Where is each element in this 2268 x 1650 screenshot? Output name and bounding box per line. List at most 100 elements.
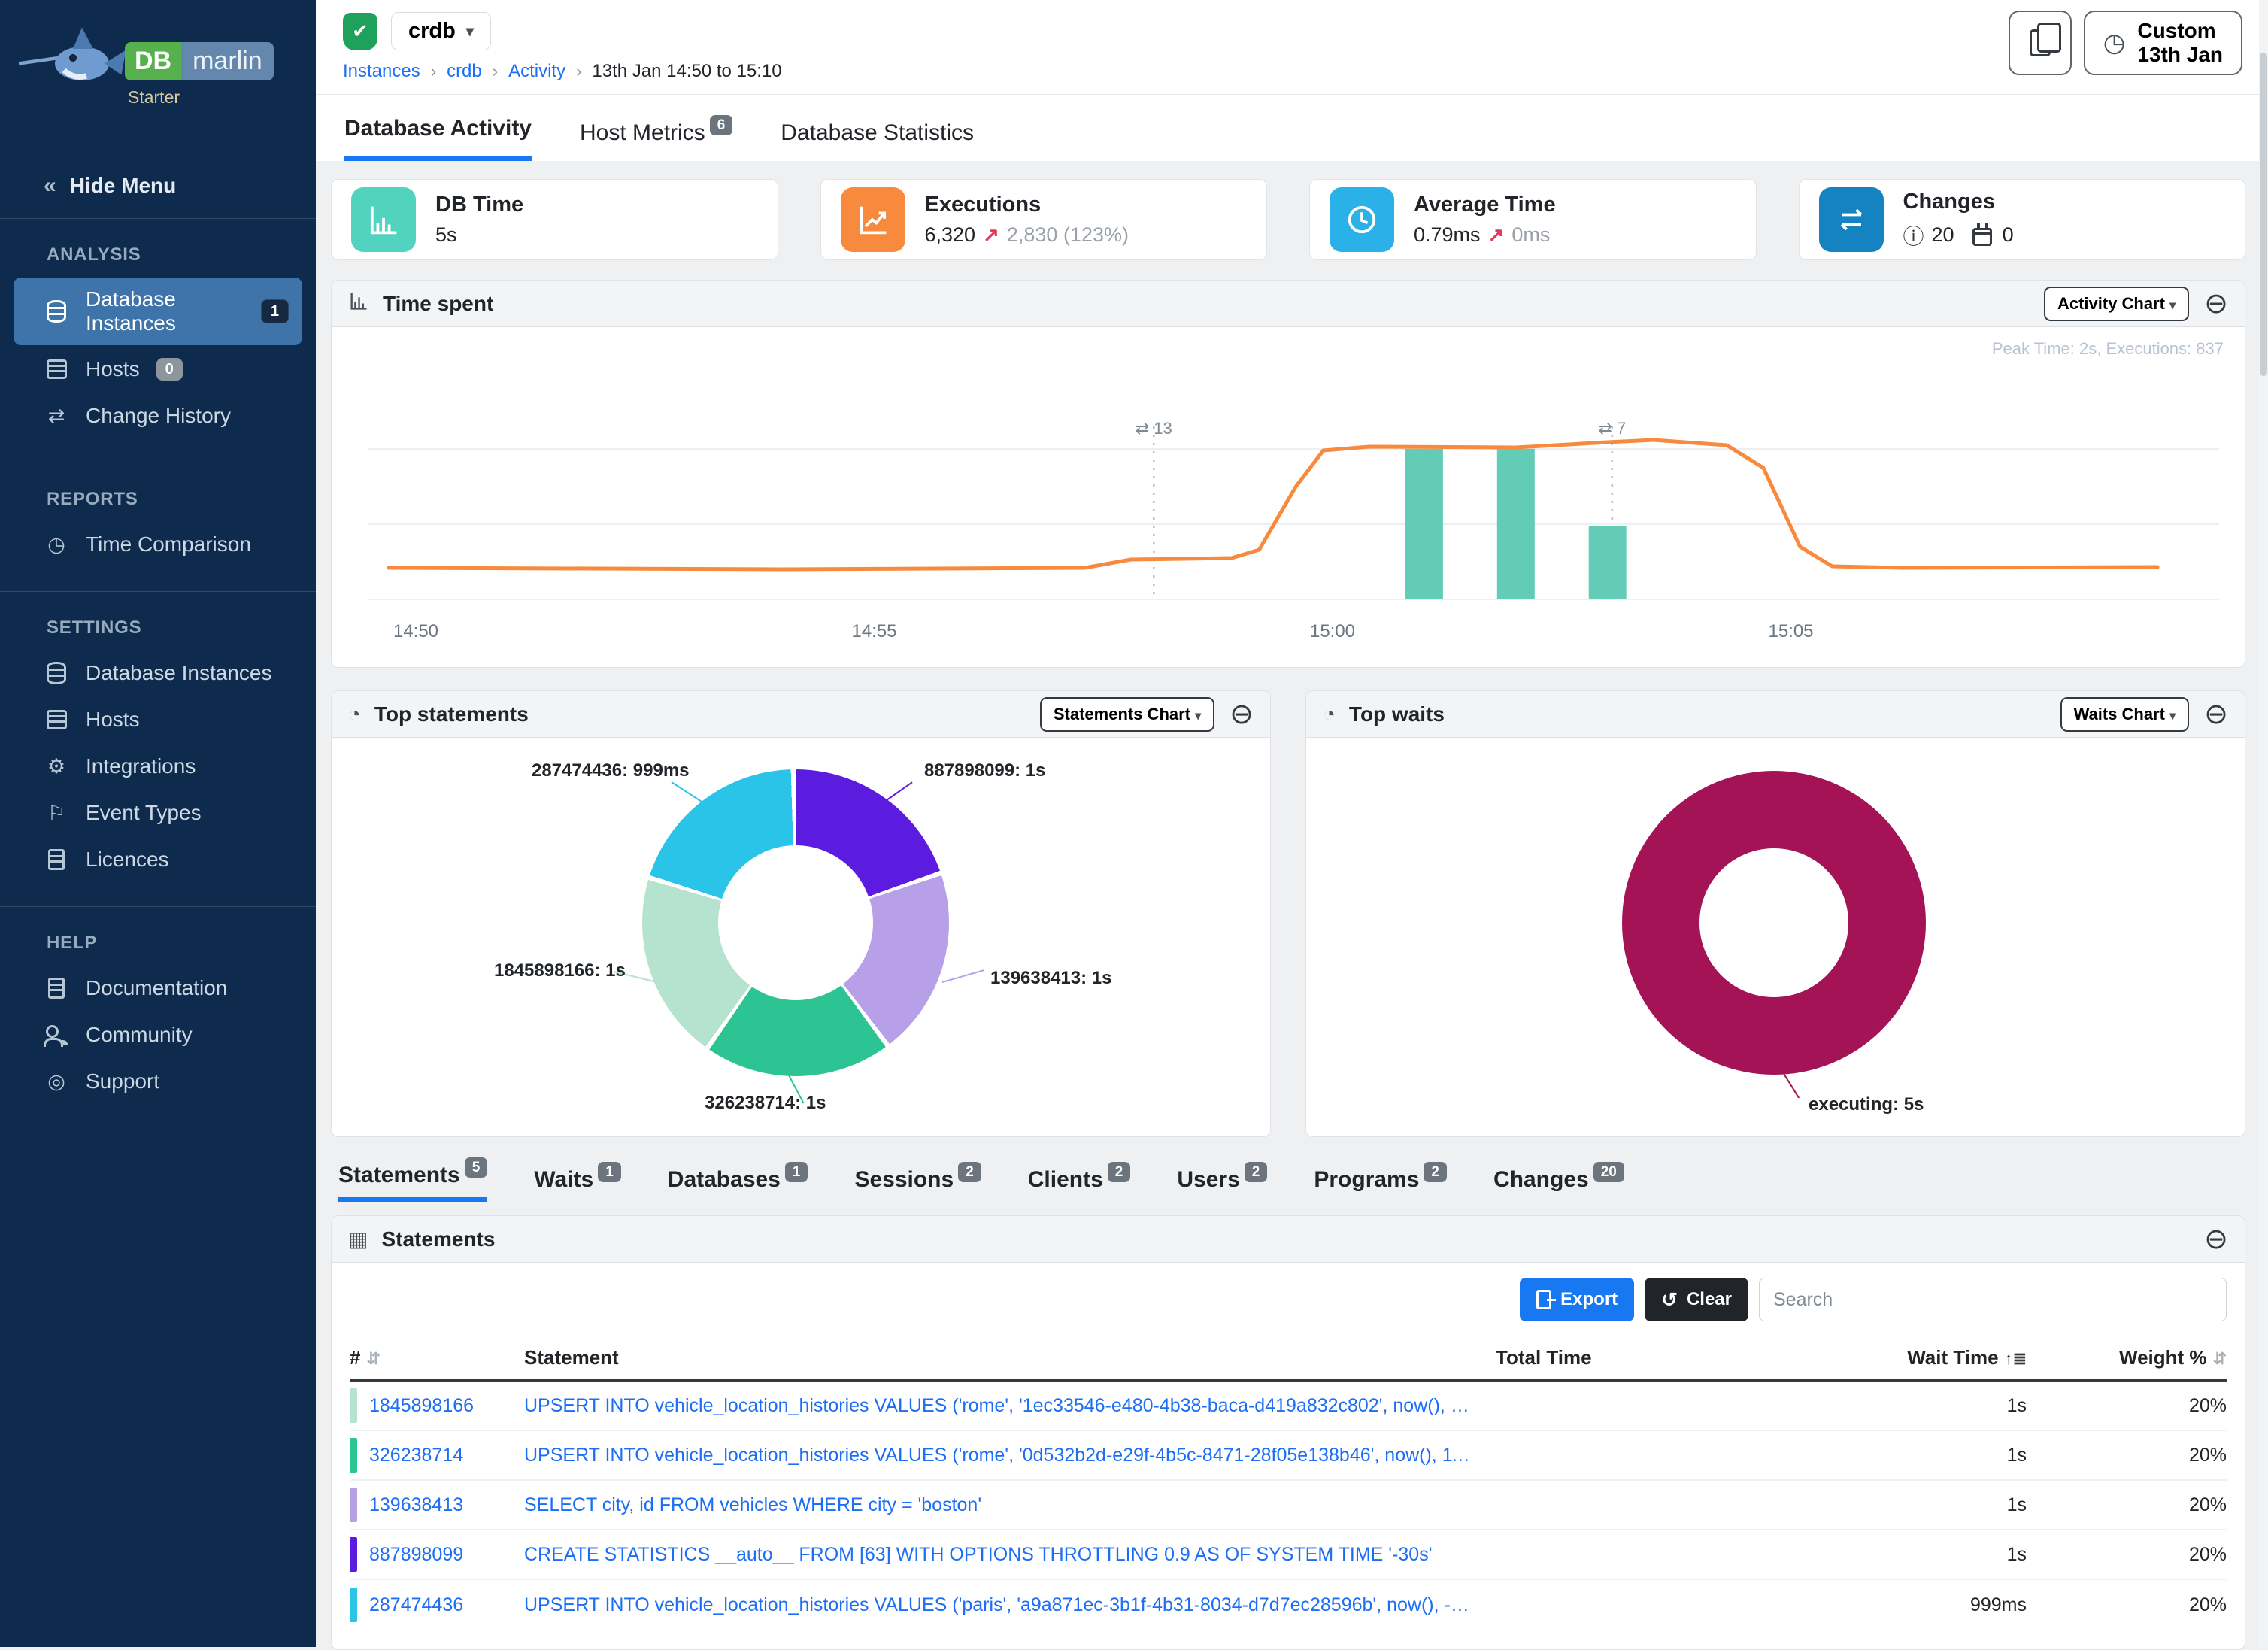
col-id[interactable]: # xyxy=(350,1346,360,1369)
statements-table: #⇵ Statement Total Time Wait Time↑≣ Weig… xyxy=(332,1332,2245,1649)
count-badge: 0 xyxy=(156,358,183,381)
activity-chart-dropdown[interactable]: Activity Chart ▾ xyxy=(2044,287,2189,321)
clock-icon: ◷ xyxy=(2103,28,2126,58)
waits-donut-chart[interactable] xyxy=(1622,771,1926,1075)
statement-link[interactable]: UPSERT INTO vehicle_location_histories V… xyxy=(524,1445,1496,1466)
integrations-plug-icon: ⚙ xyxy=(44,754,69,779)
sidebar-item-change-history[interactable]: ⇄ Change History xyxy=(14,393,302,438)
activity-chart[interactable]: ⇄ 13⇄ 714:5014:5515:0015:05 xyxy=(341,360,2236,655)
export-button[interactable]: Export xyxy=(1520,1278,1634,1321)
section-analysis: ANALYSIS xyxy=(47,244,316,265)
donut-label: 139638413: 1s xyxy=(990,968,1111,989)
sort-asc-icon[interactable]: ↑≣ xyxy=(2005,1349,2027,1368)
scrollbar-thumb[interactable] xyxy=(2260,53,2267,376)
swap-arrows-icon xyxy=(1819,187,1884,252)
sidebar-item-licences[interactable]: Licences xyxy=(14,837,302,882)
tab-waits[interactable]: Waits1 xyxy=(534,1167,620,1202)
sidebar-item-time-comparison[interactable]: ◷ Time Comparison xyxy=(14,522,302,567)
tab-changes[interactable]: Changes20 xyxy=(1493,1167,1624,1202)
swap-arrows-icon: ⇄ xyxy=(44,403,69,429)
sidebar-item-community[interactable]: Community xyxy=(14,1012,302,1057)
hide-menu-button[interactable]: « Hide Menu xyxy=(0,173,316,219)
sidebar-item-integrations[interactable]: ⚙ Integrations xyxy=(14,744,302,789)
clear-button[interactable]: ↺ Clear xyxy=(1645,1278,1748,1321)
breadcrumb-timerange: 13th Jan 14:50 to 15:10 xyxy=(592,61,781,82)
sidebar-item-database-instances[interactable]: Database Instances 1 xyxy=(14,278,302,345)
sort-icon[interactable]: ⇵ xyxy=(366,1349,380,1368)
double-chevron-left-icon: « xyxy=(44,173,56,199)
col-wait-time[interactable]: Wait Time xyxy=(1907,1346,1998,1369)
table-row: 326238714 UPSERT INTO vehicle_location_h… xyxy=(350,1431,2227,1481)
statement-link[interactable]: SELECT city, id FROM vehicles WHERE city… xyxy=(524,1494,1496,1516)
donut-label: 887898099: 1s xyxy=(924,760,1045,781)
collapse-icon[interactable]: ⊖ xyxy=(2204,700,2228,729)
section-help: HELP xyxy=(47,933,316,954)
color-swatch xyxy=(350,1388,357,1423)
sidebar-item-documentation[interactable]: Documentation xyxy=(14,966,302,1011)
logo-db: DB xyxy=(125,42,181,80)
statements-table-panel: ▦ Statements ⊖ Export ↺ Clear #⇵ Stateme… xyxy=(331,1215,2245,1650)
statement-id-link[interactable]: 139638413 xyxy=(369,1494,463,1516)
color-swatch xyxy=(350,1537,357,1572)
table-row: 139638413 SELECT city, id FROM vehicles … xyxy=(350,1481,2227,1530)
tab-statements[interactable]: Statements5 xyxy=(338,1163,487,1202)
col-total-time: Total Time xyxy=(1496,1346,1848,1369)
statements-donut-chart[interactable] xyxy=(642,769,949,1076)
clock-icon xyxy=(1330,187,1394,252)
sidebar-item-settings-database-instances[interactable]: Database Instances xyxy=(14,651,302,696)
time-range-button[interactable]: ◷ Custom 13th Jan xyxy=(2084,11,2242,75)
statement-id-link[interactable]: 287474436 xyxy=(369,1594,463,1616)
col-weight[interactable]: Weight % xyxy=(2119,1346,2207,1369)
tab-host-metrics[interactable]: Host Metrics6 xyxy=(580,120,732,161)
instance-selector[interactable]: crdb ▾ xyxy=(391,12,491,50)
tab-databases[interactable]: Databases1 xyxy=(668,1167,808,1202)
card-executions: Executions 6,320 ↗ 2,830 (123%) xyxy=(820,179,1268,260)
bar-chart-icon xyxy=(351,187,416,252)
breadcrumb-activity[interactable]: Activity xyxy=(508,61,565,82)
statement-id-link[interactable]: 887898099 xyxy=(369,1544,463,1566)
collapse-icon[interactable]: ⊖ xyxy=(1230,700,1254,729)
statement-id-link[interactable]: 1845898166 xyxy=(369,1395,474,1417)
sidebar-item-event-types[interactable]: ⚐ Event Types xyxy=(14,790,302,836)
donut-label: 326238714: 1s xyxy=(705,1093,826,1114)
tab-clients[interactable]: Clients2 xyxy=(1028,1167,1131,1202)
statement-link[interactable]: UPSERT INTO vehicle_location_histories V… xyxy=(524,1594,1496,1616)
collapse-icon[interactable]: ⊖ xyxy=(2204,290,2228,318)
waits-chart-dropdown[interactable]: Waits Chart ▾ xyxy=(2060,697,2190,732)
tab-programs[interactable]: Programs2 xyxy=(1314,1167,1447,1202)
card-db-time: DB Time 5s xyxy=(331,179,778,260)
table-row: 887898099 CREATE STATISTICS __auto__ FRO… xyxy=(350,1530,2227,1580)
breadcrumb: Instances › crdb › Activity › 13th Jan 1… xyxy=(343,61,2268,82)
scrollbar[interactable] xyxy=(2259,0,2268,1647)
svg-text:14:55: 14:55 xyxy=(851,621,896,641)
topbar: ✔ crdb ▾ Instances › crdb › Activity › 1… xyxy=(316,0,2268,95)
tab-users[interactable]: Users2 xyxy=(1177,1167,1267,1202)
svg-text:⇄ 13: ⇄ 13 xyxy=(1136,419,1172,438)
tab-database-statistics[interactable]: Database Statistics xyxy=(781,120,974,161)
table-row: 1845898166 UPSERT INTO vehicle_location_… xyxy=(350,1382,2227,1431)
statements-chart-dropdown[interactable]: Statements Chart ▾ xyxy=(1040,697,1214,732)
statement-link[interactable]: CREATE STATISTICS __auto__ FROM [63] WIT… xyxy=(524,1544,1496,1566)
tab-sessions[interactable]: Sessions2 xyxy=(854,1167,981,1202)
copy-icon xyxy=(2030,29,2051,56)
chevron-down-icon: ▾ xyxy=(1195,710,1201,723)
sidebar-item-support[interactable]: ◎ Support xyxy=(14,1059,302,1104)
search-input[interactable] xyxy=(1759,1278,2227,1321)
database-icon xyxy=(44,660,69,686)
copy-link-button[interactable] xyxy=(2009,11,2072,75)
panel-title: Time spent xyxy=(383,292,493,316)
sidebar-item-hosts[interactable]: Hosts 0 xyxy=(14,347,302,392)
sort-icon[interactable]: ⇵ xyxy=(2213,1349,2227,1368)
sidebar-item-settings-hosts[interactable]: Hosts xyxy=(14,697,302,742)
tab-database-activity[interactable]: Database Activity xyxy=(344,116,532,161)
statement-id-link[interactable]: 326238714 xyxy=(369,1445,463,1466)
flag-icon: ⚐ xyxy=(44,800,69,826)
collapse-icon[interactable]: ⊖ xyxy=(2204,1225,2228,1254)
community-people-icon xyxy=(44,1022,69,1048)
server-icon xyxy=(44,707,69,732)
breadcrumb-crdb[interactable]: crdb xyxy=(447,61,482,82)
statement-link[interactable]: UPSERT INTO vehicle_location_histories V… xyxy=(524,1395,1496,1417)
breadcrumb-instances[interactable]: Instances xyxy=(343,61,420,82)
section-settings: SETTINGS xyxy=(47,617,316,638)
count-badge: 6 xyxy=(710,115,733,135)
